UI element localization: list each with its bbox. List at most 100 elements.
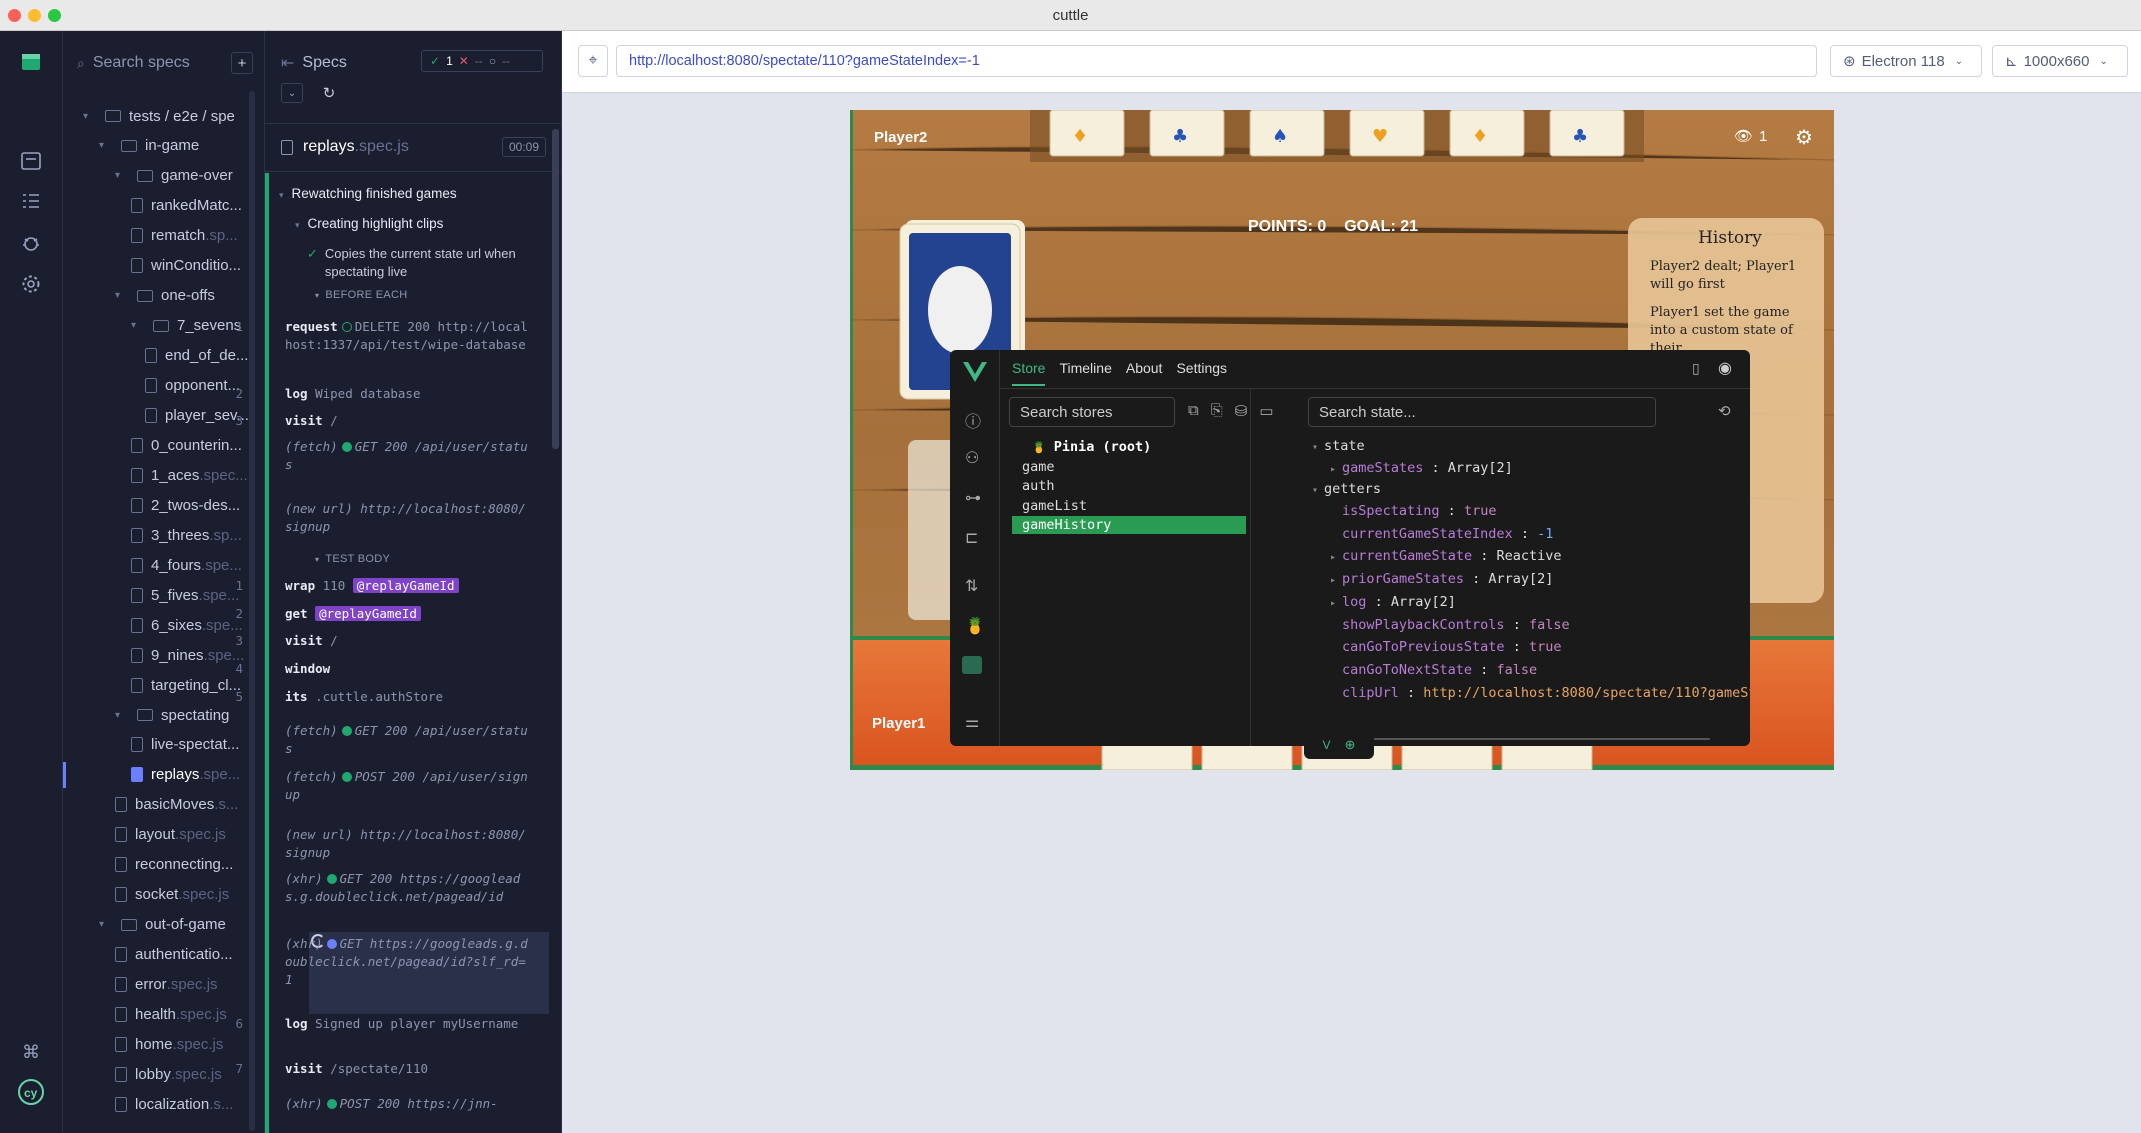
spec-tree-file[interactable]: rematch .sp... xyxy=(131,223,238,249)
add-spec-button[interactable]: + xyxy=(231,52,253,74)
search-specs-input[interactable]: Search specs xyxy=(93,54,190,72)
spec-tree-file[interactable]: rankedMatc... xyxy=(131,193,242,219)
list-icon[interactable] xyxy=(16,186,46,216)
before-each-label[interactable]: ▾ BEFORE EACH xyxy=(315,289,407,301)
getter-item[interactable]: ▸ log : Array[2] xyxy=(1330,594,1456,610)
state-item[interactable]: ▸ gameStates : Array[2] xyxy=(1330,460,1513,476)
spec-tree-file[interactable]: end_of_de... xyxy=(145,343,248,369)
pinia-icon[interactable]: 🍍 xyxy=(965,616,985,636)
command-row[interactable]: (new url) http://localhost:8080/signup xyxy=(285,826,530,862)
store-item[interactable]: game xyxy=(1012,458,1246,476)
debug-icon[interactable] xyxy=(16,228,46,258)
spec-tree-folder[interactable]: ▾ tests / e2e / spe xyxy=(83,103,235,129)
search-state-input[interactable]: Search state... xyxy=(1308,397,1656,427)
spec-tree-file[interactable]: 4_fours .spe... xyxy=(131,552,242,578)
viewport-select[interactable]: ⊾ 1000x660 ⌄ xyxy=(1992,45,2128,77)
spec-tree-folder[interactable]: ▾ game-over xyxy=(115,163,233,189)
tab-settings[interactable]: Settings xyxy=(1176,360,1227,386)
save-icon[interactable]: ⛁ xyxy=(1235,402,1248,420)
tab-store[interactable]: Store xyxy=(1012,360,1046,386)
copy-icon[interactable]: ⧉ xyxy=(1188,402,1199,420)
specs-icon[interactable] xyxy=(16,47,46,77)
command-row[interactable]: 2 get @replayGameId xyxy=(235,605,530,623)
spec-tree-folder[interactable]: ▾ spectating xyxy=(115,702,229,728)
info-icon[interactable]: ⓘ xyxy=(965,408,981,432)
command-row[interactable]: 3 visit / xyxy=(235,632,530,650)
getter-item[interactable]: isSpectating : true xyxy=(1330,503,1496,519)
getter-item[interactable]: showPlaybackControls : false xyxy=(1330,617,1570,633)
folder-icon[interactable]: ▭ xyxy=(1259,402,1273,420)
test-body-label[interactable]: ▾ TEST BODY xyxy=(315,553,390,565)
clipboard-icon[interactable]: ⎘ xyxy=(1211,402,1223,420)
close-window-button[interactable] xyxy=(8,9,21,22)
command-row[interactable]: 4 window xyxy=(235,660,530,678)
sliders-icon[interactable]: ⚌ xyxy=(965,712,979,732)
command-row[interactable]: 1 request DELETE 200 http://localhost:1337… xyxy=(235,318,530,354)
tab-timeline[interactable]: Timeline xyxy=(1059,360,1111,386)
getters-section[interactable]: ▾ getters xyxy=(1312,481,1381,497)
command-row[interactable]: 3 visit / xyxy=(235,412,530,430)
spec-tree-file[interactable]: layout .spec.js xyxy=(115,822,226,848)
spec-tree-file[interactable]: health .spec.js xyxy=(115,1002,227,1028)
extension-icon[interactable] xyxy=(962,656,982,674)
spec-tree-file[interactable]: error .spec.js xyxy=(115,972,218,998)
rerun-icon[interactable]: ↻ xyxy=(318,83,340,103)
routes-icon[interactable]: ⇅ xyxy=(965,576,978,596)
store-item[interactable]: 🍍 Pinia (root) xyxy=(1012,438,1246,456)
command-row[interactable]: (fetch) GET 200 /api/user/status xyxy=(285,722,530,758)
getter-item[interactable]: clipUrl : http://localhost:8080/spectate… xyxy=(1330,685,1750,701)
command-row[interactable]: (xhr) GET 200 https://googleads.g.doublec… xyxy=(285,870,530,906)
tab-about[interactable]: About xyxy=(1126,360,1163,386)
store-item[interactable]: gameHistory xyxy=(1012,516,1246,534)
search-stores-input[interactable]: Search stores xyxy=(1009,397,1175,427)
spec-tree-file[interactable]: localization .s... xyxy=(115,1091,233,1117)
spec-tree-folder[interactable]: ▾ out-of-game xyxy=(99,912,226,938)
tree-icon[interactable]: ⊶ xyxy=(965,488,981,508)
spec-tree-file[interactable]: reconnecting... xyxy=(115,852,233,878)
timeline-icon[interactable]: ⊏ xyxy=(965,528,978,548)
command-row[interactable]: (fetch) GET 200 /api/user/status xyxy=(285,438,530,474)
command-row[interactable]: (fetch) POST 200 /api/user/signup xyxy=(285,768,530,804)
command-row[interactable]: 1 wrap 110 @replayGameId xyxy=(235,577,530,595)
state-section[interactable]: ▾ state xyxy=(1312,438,1365,454)
command-row[interactable]: 6 log Signed up player myUsername xyxy=(235,1015,530,1033)
spec-tree-file[interactable]: home .spec.js xyxy=(115,1031,223,1057)
reporter-scrollbar[interactable] xyxy=(552,129,559,449)
devtools-toggle[interactable]: V ⊕ xyxy=(1304,731,1374,759)
spec-tree-file[interactable]: lobby .spec.js xyxy=(115,1061,222,1087)
subsuite-title[interactable]: ▾ Creating highlight clips xyxy=(295,216,443,231)
command-row[interactable]: (new url) http://localhost:8080/signup xyxy=(285,500,530,536)
maximize-window-button[interactable] xyxy=(48,9,61,22)
github-icon[interactable]: ◉ xyxy=(1718,358,1732,378)
command-row[interactable]: 7 visit /spectate/110 xyxy=(235,1060,530,1078)
gear-icon[interactable]: ⚙ xyxy=(1795,125,1813,150)
getter-item[interactable]: ▸ priorGameStates : Array[2] xyxy=(1330,571,1553,587)
selector-playground-icon[interactable]: ⌖ xyxy=(578,45,608,77)
spec-tree-folder[interactable]: ▾ in-game xyxy=(99,133,199,159)
history-icon[interactable]: ⟲ xyxy=(1718,402,1731,420)
runs-icon[interactable] xyxy=(16,146,46,176)
chevron-down-icon[interactable]: ⌄ xyxy=(281,83,303,103)
spec-tree-file[interactable]: replays .spe... xyxy=(131,762,240,788)
store-item[interactable]: gameList xyxy=(1012,497,1246,515)
getter-item[interactable]: ▸ currentGameState : Reactive xyxy=(1330,548,1562,564)
url-field[interactable]: http://localhost:8080/spectate/110?gameS… xyxy=(616,45,1817,77)
spec-tree-file[interactable]: authenticatio... xyxy=(115,942,233,968)
spec-tree-file[interactable]: 3_threes .sp... xyxy=(131,522,242,548)
minimize-window-button[interactable] xyxy=(28,9,41,22)
store-item[interactable]: auth xyxy=(1012,477,1246,495)
spec-search[interactable]: ⌕ Search specs + xyxy=(77,51,253,75)
specs-scrollbar[interactable] xyxy=(249,91,255,1131)
spec-tree-file[interactable]: live-spectat... xyxy=(131,732,239,758)
getter-item[interactable]: canGoToNextState : false xyxy=(1330,662,1537,678)
cypress-logo[interactable]: cy xyxy=(16,1077,46,1107)
components-icon[interactable]: ⚇ xyxy=(965,448,979,468)
test-title[interactable]: ✓ Copies the current state url when spect… xyxy=(307,245,547,281)
command-row[interactable]: 5 its .cuttle.authStore xyxy=(235,688,530,706)
spec-tree-file[interactable]: 2_twos-des... xyxy=(131,492,240,518)
command-row[interactable]: (xhr) GET https://googleads.g.doubleclick… xyxy=(285,935,530,989)
specs-menu-icon[interactable]: ⇤ xyxy=(281,53,294,73)
spec-tree-file[interactable]: 1_aces .spec... xyxy=(131,462,248,488)
getter-item[interactable]: canGoToPreviousState : true xyxy=(1330,639,1561,655)
command-row[interactable]: 2 log Wiped database xyxy=(235,385,530,403)
